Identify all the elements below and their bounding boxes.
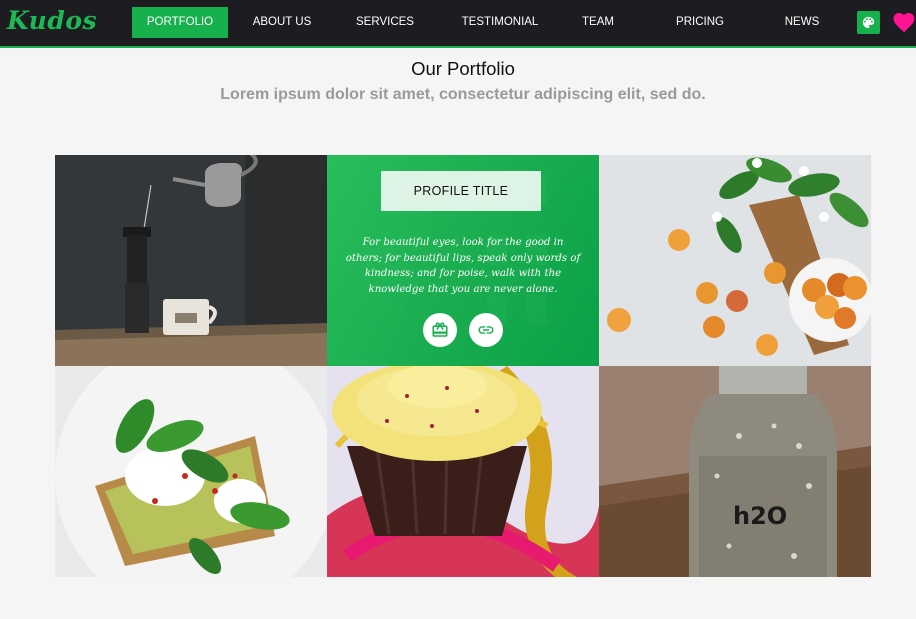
coffee-image [55, 155, 327, 366]
nav-item-pricing[interactable]: PRICING [668, 7, 732, 38]
avocado-toast-image [55, 366, 327, 577]
gift-icon [432, 322, 448, 337]
brand-logo[interactable]: Kudos [7, 6, 97, 35]
link-button[interactable] [469, 313, 503, 347]
bottle-label: h2O [733, 502, 787, 530]
portfolio-hover-overlay[interactable]: PROFILE TITLE For beautiful eyes, look f… [327, 155, 599, 366]
gift-button[interactable] [423, 313, 457, 347]
section-title: Our Portfolio [411, 58, 515, 79]
nav-item-team[interactable]: TEAM [573, 7, 623, 38]
cupcake-image [327, 366, 599, 577]
apricots-image [599, 155, 871, 366]
section-subtitle: Lorem ipsum dolor sit amet, consectetur … [220, 86, 706, 103]
link-icon [478, 326, 494, 334]
nav-item-news[interactable]: NEWS [779, 7, 825, 38]
portfolio-item-avocado-toast[interactable] [55, 366, 327, 577]
portfolio-item-water-bottle[interactable]: h2O [599, 366, 871, 577]
nav-item-testimonial[interactable]: TESTIMONIAL [447, 7, 553, 38]
heart-icon[interactable] [893, 12, 916, 33]
navbar: Kudos PORTFOLIO ABOUT US SERVICES TESTIM… [0, 0, 916, 48]
portfolio-item-coffee[interactable] [55, 155, 327, 366]
portfolio-item-cupcake[interactable] [327, 366, 599, 577]
profile-title: PROFILE TITLE [381, 171, 541, 211]
palette-button[interactable] [857, 11, 880, 34]
nav-item-services[interactable]: SERVICES [347, 7, 423, 38]
portfolio-item-apricots[interactable] [599, 155, 871, 366]
palette-icon [862, 16, 875, 29]
profile-quote: For beautiful eyes, look for the good in… [345, 237, 581, 295]
nav-item-about-us[interactable]: ABOUT US [242, 7, 322, 38]
nav-item-portfolio[interactable]: PORTFOLIO [132, 7, 228, 38]
water-bottle-image: h2O [599, 366, 871, 577]
